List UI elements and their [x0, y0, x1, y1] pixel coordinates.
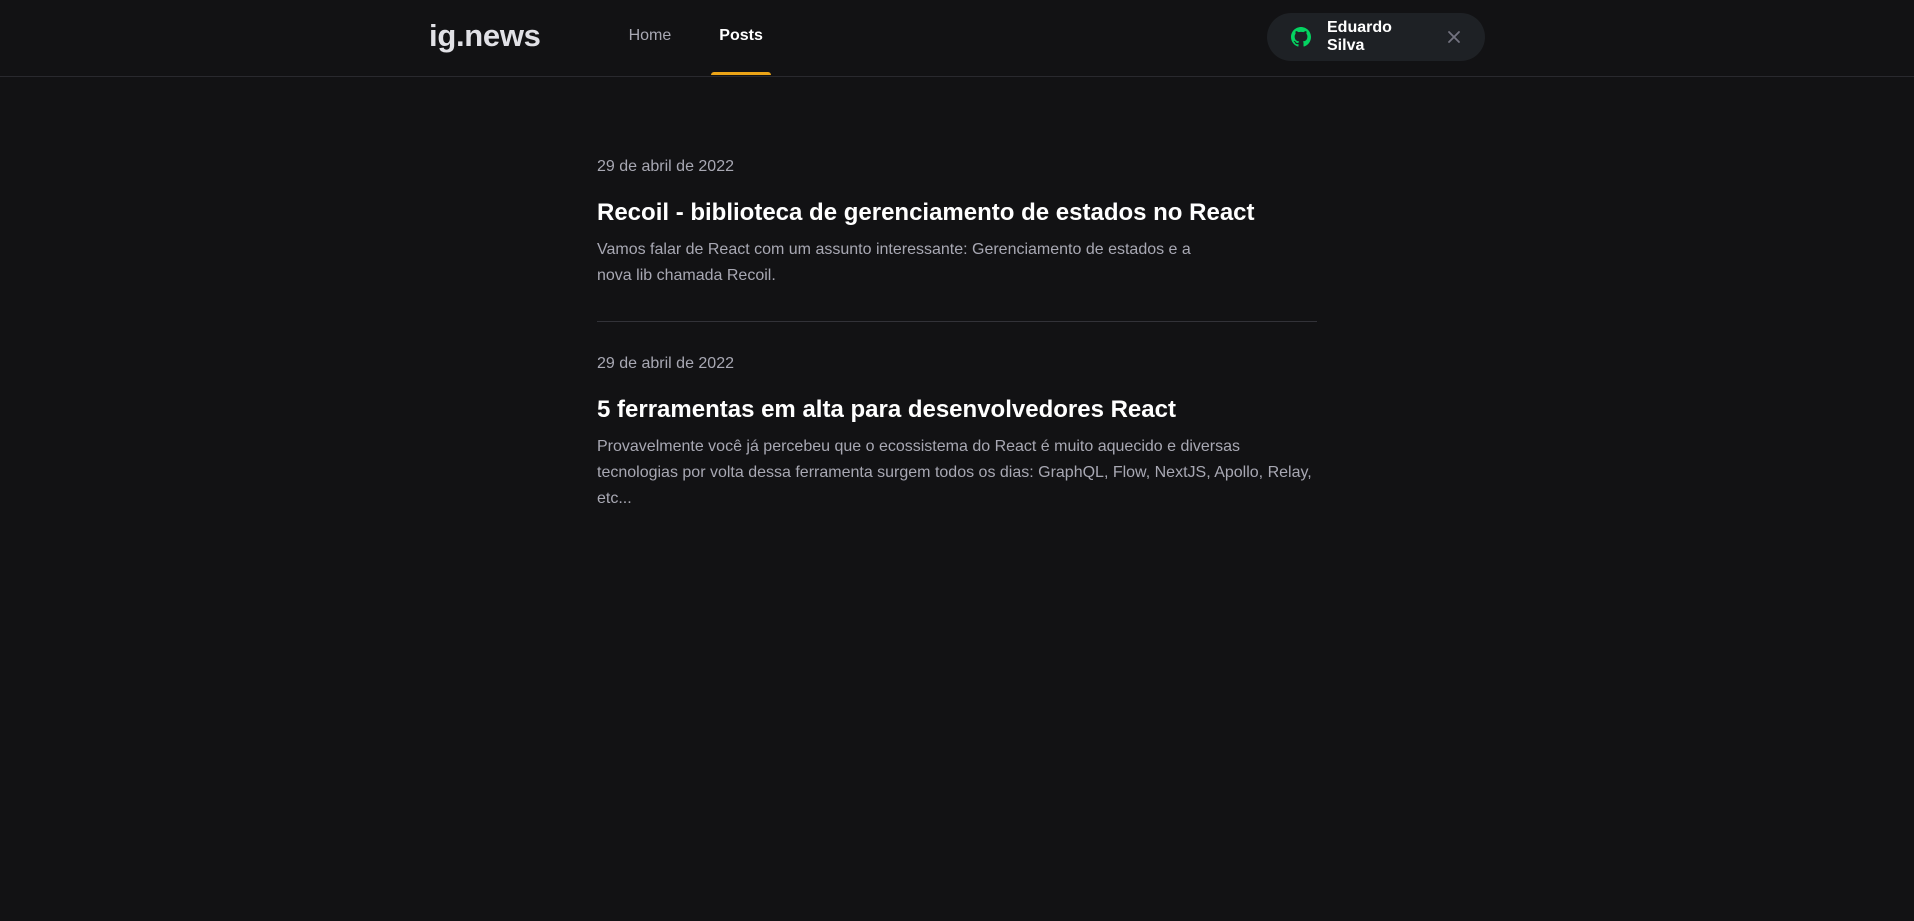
- post-title[interactable]: Recoil - biblioteca de gerenciamento de …: [597, 197, 1317, 229]
- logo[interactable]: ig.news: [429, 18, 541, 54]
- main-nav: Home Posts: [621, 0, 771, 76]
- nav-link-home[interactable]: Home: [621, 0, 680, 74]
- post-item[interactable]: 29 de abril de 2022 5 ferramentas em alt…: [597, 321, 1317, 512]
- github-icon: [1291, 27, 1311, 47]
- signin-button[interactable]: Eduardo Silva: [1267, 13, 1485, 61]
- close-icon[interactable]: [1447, 30, 1461, 44]
- post-date: 29 de abril de 2022: [597, 158, 734, 175]
- post-title[interactable]: 5 ferramentas em alta para desenvolvedor…: [597, 394, 1317, 426]
- post-item[interactable]: 29 de abril de 2022 Recoil - biblioteca …: [597, 157, 1317, 289]
- post-date: 29 de abril de 2022: [597, 355, 734, 372]
- post-excerpt: Vamos falar de React com um assunto inte…: [597, 241, 1191, 284]
- site-header: ig.news Home Posts Eduardo Silva: [0, 0, 1914, 77]
- user-name: Eduardo Silva: [1327, 19, 1392, 54]
- nav-link-posts[interactable]: Posts: [711, 0, 771, 75]
- post-excerpt: Provavelmente você já percebeu que o eco…: [597, 438, 1312, 507]
- posts-list: 29 de abril de 2022 Recoil - biblioteca …: [597, 157, 1317, 512]
- header-content: ig.news Home Posts Eduardo Silva: [429, 0, 1485, 76]
